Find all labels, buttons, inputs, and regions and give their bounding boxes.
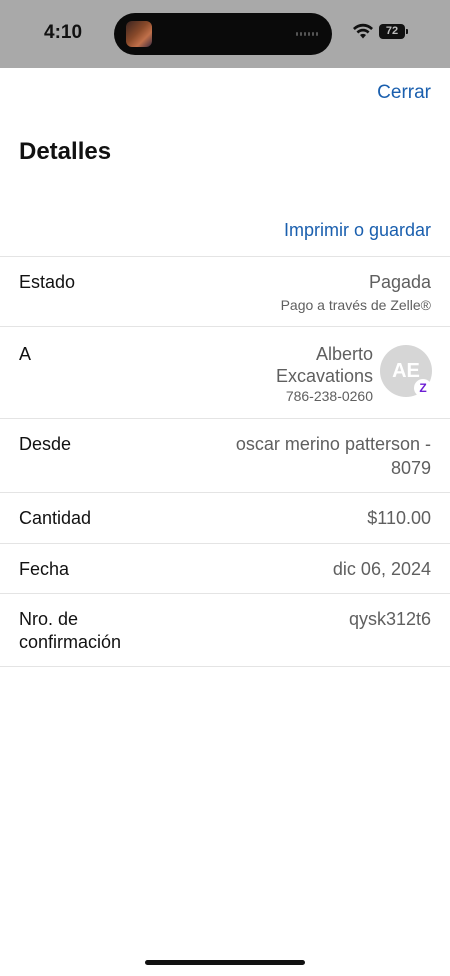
confirmation-label-line1: Nro. de <box>19 609 79 629</box>
status-value: Pagada <box>368 272 431 292</box>
confirmation-label-line2: confirmación <box>19 632 122 652</box>
home-indicator[interactable] <box>145 960 305 965</box>
sender-row: Desde oscar merino patterson - 8079 <box>0 418 450 492</box>
status-bar: 4:10 72 <box>0 0 450 68</box>
recipient-name-line2: Excavations <box>275 366 373 386</box>
confirmation-row: Nro. de confirmación qysk312t6 <box>0 593 450 667</box>
print-or-save-button[interactable]: Imprimir o guardar <box>284 220 431 241</box>
now-playing-app-icon <box>126 21 152 47</box>
status-time: 4:10 <box>44 22 83 43</box>
zelle-icon: Z <box>414 379 432 397</box>
recipient-phone: 786-238-0260 <box>285 388 373 404</box>
status-label: Estado <box>19 272 76 292</box>
date-label: Fecha <box>19 559 70 579</box>
confirmation-value: qysk312t6 <box>348 609 431 629</box>
amount-row: Cantidad $110.00 <box>0 492 450 543</box>
page-title: Detalles <box>19 138 112 165</box>
date-row: Fecha dic 06, 2024 <box>0 543 450 593</box>
recipient-name-line1: Alberto <box>315 344 373 364</box>
battery-level: 72 <box>385 25 399 37</box>
sender-value-line2: 8079 <box>390 458 431 478</box>
status-row: Estado Pagada Pago a través de Zelle® <box>0 256 450 326</box>
recipient-label: A <box>19 344 32 364</box>
payment-method-note: Pago a través de Zelle® <box>280 297 431 313</box>
battery-tip <box>406 29 408 34</box>
battery-icon: 72 <box>379 24 405 39</box>
audio-wave-icon <box>296 32 318 36</box>
sender-label: Desde <box>19 434 72 454</box>
amount-value: $110.00 <box>367 508 431 528</box>
amount-label: Cantidad <box>19 508 92 528</box>
date-value: dic 06, 2024 <box>332 559 431 579</box>
wifi-icon <box>353 23 373 39</box>
close-button[interactable]: Cerrar <box>377 82 431 104</box>
sender-value-line1: oscar merino patterson - <box>235 434 431 454</box>
dynamic-island[interactable] <box>114 13 332 55</box>
